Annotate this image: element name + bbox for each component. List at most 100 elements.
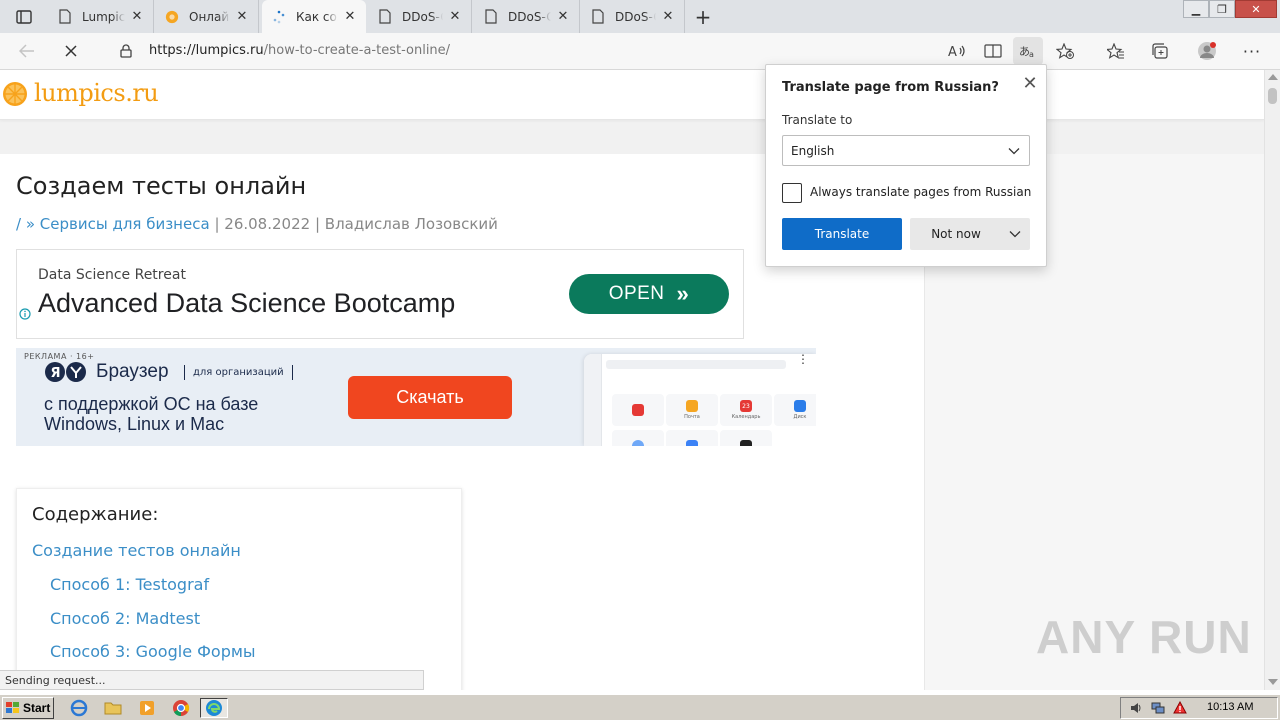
breadcrumb-home[interactable]: / » <box>16 215 35 233</box>
ad-banner-bootcamp[interactable]: Data Science Retreat Advanced Data Scien… <box>16 249 744 339</box>
star-add-icon <box>1056 43 1074 59</box>
ie-icon[interactable] <box>68 698 90 718</box>
url-text[interactable]: https://lumpics.ru/how-to-create-a-test-… <box>149 43 450 58</box>
scroll-up-arrow-icon[interactable] <box>1268 74 1278 80</box>
folder-icon[interactable] <box>102 698 124 718</box>
tab-actions-button[interactable] <box>8 5 40 29</box>
ad-line-2: Windows, Linux и Mac <box>44 414 225 434</box>
close-icon[interactable]: ✕ <box>342 9 358 25</box>
ad-brand: Я Браузер <box>44 361 169 383</box>
chevron-down-icon <box>1008 148 1020 155</box>
settings-more-button[interactable]: ··· <box>1237 37 1267 65</box>
always-translate-checkbox[interactable] <box>782 183 802 203</box>
read-aloud-button[interactable]: A <box>942 37 972 65</box>
not-now-label: Not now <box>931 227 981 241</box>
status-bar: Sending request... <box>0 670 424 690</box>
translate-button[interactable]: あa <box>1013 37 1043 65</box>
illustration-tile-label: Диск <box>793 414 807 420</box>
toc-link[interactable]: Способ 1: Testograf <box>50 575 209 594</box>
always-translate-label[interactable]: Always translate pages from Russian <box>810 185 1031 199</box>
article-meta: / » Сервисы для бизнеса | 26.08.2022 | В… <box>16 215 498 233</box>
language-select-value: English <box>791 144 835 158</box>
more-vertical-icon[interactable]: ⋮ <box>797 352 809 366</box>
chrome-icon[interactable] <box>170 698 192 718</box>
site-logo-text[interactable]: lumpics.ru <box>34 79 159 107</box>
back-button[interactable] <box>12 37 42 65</box>
network-icon[interactable] <box>1151 701 1165 715</box>
windows-taskbar: Start 10:13 AM <box>0 694 1280 720</box>
page-icon <box>591 9 605 25</box>
tab-ddos-2[interactable]: DDoS-G ✕ <box>474 0 580 33</box>
meta-separator: | <box>314 215 321 233</box>
ad-banner-yandex-browser[interactable]: РЕКЛАМА · 16+ Я Браузер для организаций … <box>16 348 816 446</box>
yandex-logo-icon: Я <box>45 362 86 382</box>
edge-icon[interactable] <box>200 698 228 718</box>
illustration-tile: 23 Календарь <box>720 394 772 426</box>
tab-ddos-3[interactable]: DDoS-G ✕ <box>581 0 685 33</box>
favorites-button[interactable] <box>1101 37 1131 65</box>
volume-icon[interactable] <box>1129 701 1143 715</box>
url-path: /how-to-create-a-test-online/ <box>263 43 451 58</box>
ad-title[interactable]: Advanced Data Science Bootcamp <box>38 288 455 319</box>
article-author[interactable]: Владислав Лозовский <box>325 215 498 233</box>
close-icon[interactable]: ✕ <box>660 9 676 25</box>
scroll-thumb[interactable] <box>1268 88 1277 104</box>
restore-button[interactable]: ❐ <box>1209 0 1235 18</box>
not-now-button[interactable]: Not now <box>910 218 1030 250</box>
security-alert-icon[interactable] <box>1173 701 1187 715</box>
tab-title: DDoS-G <box>402 9 443 24</box>
avatar-icon <box>1198 42 1216 60</box>
tab-lumpics[interactable]: Lumpics ✕ <box>48 0 154 33</box>
ad-org-label: для организаций <box>184 365 293 380</box>
translate-popup-title: Translate page from Russian? <box>782 80 999 95</box>
minimize-button[interactable]: ▁ <box>1183 0 1209 18</box>
illustration-tile-badge: 23 <box>740 400 752 412</box>
url-host: https://lumpics.ru <box>149 43 264 58</box>
start-button[interactable]: Start <box>2 697 54 719</box>
page-scrollbar[interactable] <box>1264 70 1280 690</box>
info-icon[interactable] <box>19 308 31 320</box>
illustration-tile: Почта <box>666 394 718 426</box>
tab-ddos-1[interactable]: DDoS-G ✕ <box>368 0 472 33</box>
orange-logo-icon[interactable] <box>2 81 28 107</box>
illustration-tile-label: Календарь <box>731 414 761 420</box>
ad-download-button[interactable]: Скачать <box>348 376 512 419</box>
profile-button[interactable] <box>1192 37 1222 65</box>
ad-brand-text: Браузер <box>96 361 169 382</box>
anyrun-watermark: ANY RUN <box>1036 610 1252 664</box>
new-tab-button[interactable]: + <box>690 4 716 30</box>
toc-link[interactable]: Способ 3: Google Формы <box>50 642 256 661</box>
tab-online[interactable]: Онлайн ✕ <box>155 0 259 33</box>
close-icon[interactable]: ✕ <box>129 9 145 25</box>
add-favorite-button[interactable] <box>1050 37 1080 65</box>
ad-subtitle: Data Science Retreat <box>38 267 186 283</box>
page-icon <box>484 9 498 25</box>
window-close-button[interactable]: ✕ <box>1235 0 1277 18</box>
immersive-reader-button[interactable] <box>978 37 1008 65</box>
close-icon[interactable]: ✕ <box>1020 73 1040 94</box>
chevron-down-icon[interactable] <box>1008 227 1022 241</box>
loading-spinner-icon <box>272 9 286 25</box>
favorites-icon <box>1107 43 1124 59</box>
translate-confirm-button[interactable]: Translate <box>782 218 902 250</box>
language-select[interactable]: English <box>782 135 1030 166</box>
site-header: lumpics.ru <box>0 70 1264 120</box>
media-player-icon[interactable] <box>136 698 158 718</box>
tab-title: Как создать <box>296 9 338 24</box>
collections-button[interactable] <box>1145 37 1175 65</box>
orange-favicon <box>165 9 179 25</box>
close-icon[interactable]: ✕ <box>447 9 463 25</box>
scroll-down-arrow-icon[interactable] <box>1268 679 1278 685</box>
close-icon[interactable]: ✕ <box>555 9 571 25</box>
breadcrumb-category[interactable]: Сервисы для бизнеса <box>40 215 210 233</box>
system-tray: 10:13 AM <box>1120 697 1278 719</box>
browser-screenshot-illustration: Почта 23 Календарь Диск <box>584 354 816 446</box>
close-icon[interactable]: ✕ <box>234 9 250 25</box>
stop-button[interactable] <box>56 37 86 65</box>
toc-link[interactable]: Способ 2: Madtest <box>50 609 200 628</box>
web-page: lumpics.ru Создаем тесты онлайн / » Серв… <box>0 70 1264 690</box>
illustration-tile-label: Почта <box>684 414 700 420</box>
tab-active[interactable]: Как создать ✕ <box>262 0 366 33</box>
toc-link[interactable]: Создание тестов онлайн <box>32 541 241 560</box>
ad-open-button[interactable]: OPEN » <box>569 274 729 314</box>
